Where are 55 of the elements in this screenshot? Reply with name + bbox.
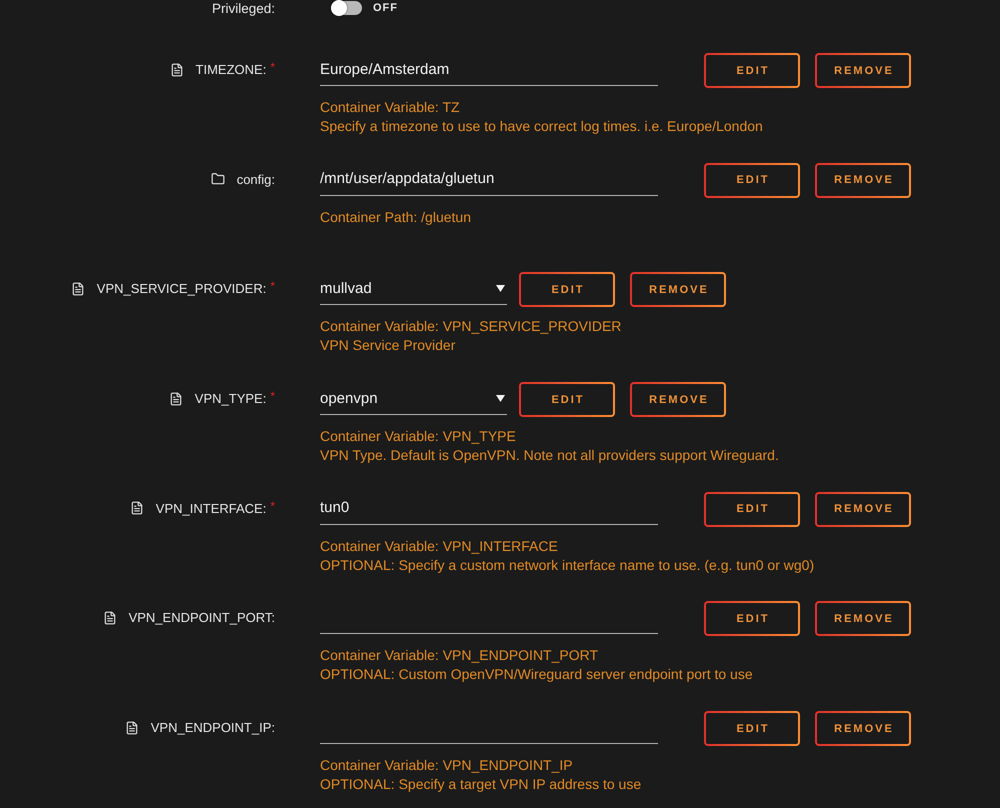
edit-button[interactable]: EDIT — [704, 711, 800, 746]
edit-button[interactable]: EDIT — [519, 382, 615, 418]
required-mark: * — [270, 280, 275, 292]
caret-icon — [496, 284, 505, 292]
select-field[interactable]: mullvad — [320, 272, 507, 306]
help-text: VPN Type. Default is OpenVPN. Note not all providers support Wireguard. — [320, 446, 780, 466]
remove-button[interactable]: REMOVE — [815, 601, 911, 636]
help-text: Container Variable: VPN_ENDPOINT_PORT — [320, 646, 600, 666]
help-text: Specify a timezone to use to have correct log times. i.e. Europe/London — [320, 117, 764, 136]
field-label: VPN_INTERFACE: — [156, 500, 266, 516]
remove-button[interactable]: REMOVE — [630, 382, 726, 418]
help-text: VPN Service Provider — [320, 336, 456, 356]
field-label: config: — [236, 172, 275, 187]
required-mark: * — [270, 500, 275, 512]
help-text: OPTIONAL: Specify a target VPN IP address to use — [320, 775, 642, 794]
field-label: VPN_ENDPOINT_IP: — [150, 720, 275, 736]
document-icon — [124, 720, 139, 735]
help-text: Container Variable: TZ — [320, 98, 461, 117]
help-text: Container Variable: VPN_INTERFACE — [320, 536, 559, 556]
required-mark: * — [270, 61, 275, 73]
folder-icon — [210, 172, 225, 186]
help-text: Container Variable: VPN_SERVICE_PROVIDER — [320, 317, 622, 336]
remove-button[interactable]: REMOVE — [815, 711, 911, 746]
edit-button[interactable]: EDIT — [704, 492, 800, 527]
field-label: Privileged: — [212, 0, 275, 16]
input-field[interactable]: tun0 — [320, 492, 658, 525]
document-icon — [130, 501, 144, 516]
input-field[interactable]: Europe/Amsterdam — [320, 53, 658, 86]
help-text: OPTIONAL: Custom OpenVPN/Wireguard server endpoint port to use — [320, 665, 754, 684]
select-field[interactable]: openvpn — [320, 382, 507, 416]
remove-button[interactable]: REMOVE — [815, 162, 911, 198]
required-mark: * — [270, 390, 275, 402]
help-text: Container Variable: VPN_ENDPOINT_IP — [320, 756, 574, 776]
field-label: VPN_ENDPOINT_PORT: — [128, 610, 275, 626]
edit-button[interactable]: EDIT — [704, 53, 800, 88]
document-icon — [102, 610, 117, 625]
edit-button[interactable]: EDIT — [704, 162, 800, 198]
remove-button[interactable]: REMOVE — [815, 53, 911, 88]
remove-button[interactable]: REMOVE — [815, 492, 911, 527]
help-text: Container Variable: VPN_TYPE — [320, 427, 517, 446]
help-text: Container Path: /gluetun — [320, 208, 472, 227]
document-icon — [170, 62, 184, 76]
field-label: VPN_TYPE: — [194, 391, 266, 406]
remove-button[interactable]: REMOVE — [630, 272, 726, 308]
toggle-state-text: OFF — [373, 2, 398, 14]
caret-icon — [496, 394, 505, 402]
edit-button[interactable]: EDIT — [519, 272, 615, 308]
help-text: OPTIONAL: Specify a custom network interface name to use. (e.g. tun0 or wg0) — [320, 556, 816, 575]
document-icon — [70, 282, 85, 296]
edit-button[interactable]: EDIT — [704, 601, 800, 636]
toggle-switch[interactable] — [331, 1, 362, 15]
input-field[interactable]: /mnt/user/appdata/gluetun — [320, 162, 658, 196]
field-label: VPN_SERVICE_PROVIDER: — [96, 281, 266, 296]
document-icon — [168, 392, 183, 406]
field-label: TIMEZONE: — [196, 62, 266, 77]
